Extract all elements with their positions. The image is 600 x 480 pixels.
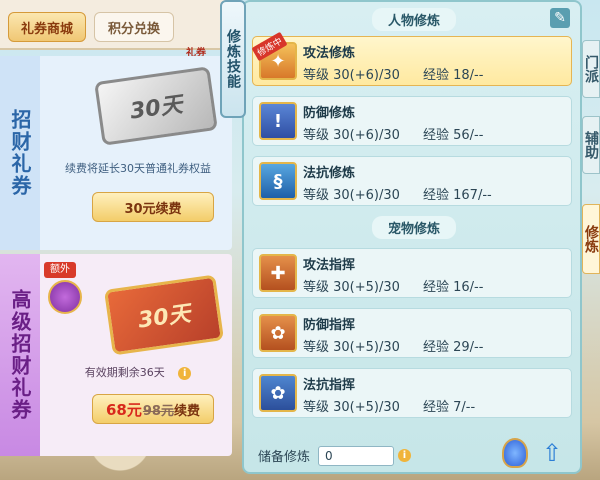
row-exp: 经验 16/-- (423, 280, 484, 295)
silver-ticket-icon: 30天 (94, 66, 218, 146)
pet-row-attack[interactable]: ✚ 攻法指挥 等级 30(+5)/30 经验 16/-- (252, 248, 572, 298)
reserve-field[interactable]: 0 (318, 446, 394, 466)
card-side-label: 高级招财礼券 (0, 254, 40, 456)
row-name: 法抗修炼 (303, 166, 356, 181)
tab-points-exchange[interactable]: 积分兑换 (94, 12, 174, 42)
tab-gift-shop[interactable]: 礼券商城 (8, 12, 86, 42)
pet-practice-title: 宠物修炼 (244, 216, 584, 239)
side-tab-label: 门派 (583, 55, 599, 83)
premium-coupon-card: 高级招财礼券 额外 30天 有效期剩余36天 i 68元 98元 续费 (0, 254, 232, 456)
skill-tab-label: 修炼技能 (225, 29, 241, 89)
renew-button[interactable]: 30元续费 (92, 192, 214, 222)
shop-tabbar: 礼券商城 积分兑换 礼券 (0, 0, 232, 59)
paw-attack-icon: ✚ (259, 254, 297, 292)
row-level: 等级 30(+6)/30 (303, 68, 400, 83)
reserve-label: 储备修炼 (258, 450, 311, 465)
potion-icon[interactable] (502, 438, 528, 468)
card-title: 高级招财礼券 (8, 289, 32, 421)
pet-row-defense[interactable]: ✿ 防御指挥 等级 30(+5)/30 经验 29/-- (252, 308, 572, 358)
row-exp: 经验 167/-- (423, 188, 492, 203)
lucky-bag-icon (48, 280, 82, 314)
row-name: 攻法指挥 (303, 258, 356, 273)
shield-icon: ! (259, 102, 297, 140)
side-tab-label: 辅助 (583, 131, 599, 159)
card-description: 有效期剩余36天 i (44, 364, 232, 380)
side-tab-label: 修炼 (583, 225, 599, 253)
info-icon[interactable]: i (178, 367, 192, 380)
row-name: 攻法修炼 (303, 46, 356, 61)
tab-practice-skills[interactable]: 修炼技能 (220, 0, 246, 118)
row-level: 等级 30(+5)/30 (303, 340, 400, 355)
practice-row-attack[interactable]: ✦ 修炼中 攻法修炼 等级 30(+6)/30 经验 18/-- (251, 31, 572, 86)
row-level: 等级 30(+6)/30 (303, 188, 400, 203)
practice-row-resist[interactable]: § 法抗修炼 等级 30(+6)/30 经验 167/-- (252, 156, 572, 206)
side-tab-assist[interactable]: 辅助 (582, 116, 600, 174)
row-name: 防御指挥 (303, 318, 356, 333)
side-tab-practice[interactable]: 修炼 (582, 204, 600, 274)
row-exp: 经验 29/-- (423, 340, 484, 355)
extra-badge: 额外 (44, 262, 76, 278)
row-name: 法抗指挥 (303, 378, 356, 393)
gift-shop-panel: 礼券商城 积分兑换 礼券 招财礼券 30天 续费将延长30天普通礼券权益 30元… (0, 0, 232, 456)
info-icon[interactable]: i (398, 449, 411, 462)
side-tab-sect[interactable]: 门派 (582, 40, 600, 98)
row-level: 等级 30(+6)/30 (303, 128, 400, 143)
old-price: 98元 (142, 403, 174, 419)
row-name: 防御修炼 (303, 106, 356, 121)
new-price: 68元 (106, 400, 142, 419)
row-exp: 经验 7/-- (423, 400, 476, 415)
fortune-coupon-card: 招财礼券 30天 续费将延长30天普通礼券权益 30元续费 (0, 56, 232, 250)
gold-ticket-icon: 30天 (103, 274, 225, 356)
row-level: 等级 30(+5)/30 (303, 280, 400, 295)
card-title: 招财礼券 (8, 109, 32, 197)
character-practice-title: 人物修炼 (244, 8, 584, 31)
pet-row-resist[interactable]: ✿ 法抗指挥 等级 30(+5)/30 经验 7/-- (252, 368, 572, 418)
validity-text: 有效期剩余36天 (84, 366, 165, 379)
card-description: 续费将延长30天普通礼券权益 (65, 162, 211, 175)
renew-label: 续费 (173, 403, 200, 419)
upgrade-arrow-icon[interactable]: ⇧ (540, 438, 564, 468)
paw-resist-icon: ✿ (259, 374, 297, 412)
practice-row-defense[interactable]: ! 防御修炼 等级 30(+6)/30 经验 56/-- (252, 96, 572, 146)
ticket-text: 30天 (128, 92, 185, 125)
ticket-text: 30天 (136, 301, 193, 334)
resist-shield-icon: § (259, 162, 297, 200)
row-exp: 经验 18/-- (423, 68, 484, 83)
premium-renew-button[interactable]: 68元 98元 续费 (92, 394, 214, 424)
practice-panel: 人物修炼 ✎ ✦ 修炼中 攻法修炼 等级 30(+6)/30 经验 18/-- … (242, 0, 582, 474)
row-exp: 经验 56/-- (423, 128, 484, 143)
card-side-label: 招财礼券 (0, 56, 40, 250)
row-level: 等级 30(+5)/30 (303, 400, 400, 415)
edit-icon[interactable]: ✎ (550, 8, 570, 28)
paw-defense-icon: ✿ (259, 314, 297, 352)
